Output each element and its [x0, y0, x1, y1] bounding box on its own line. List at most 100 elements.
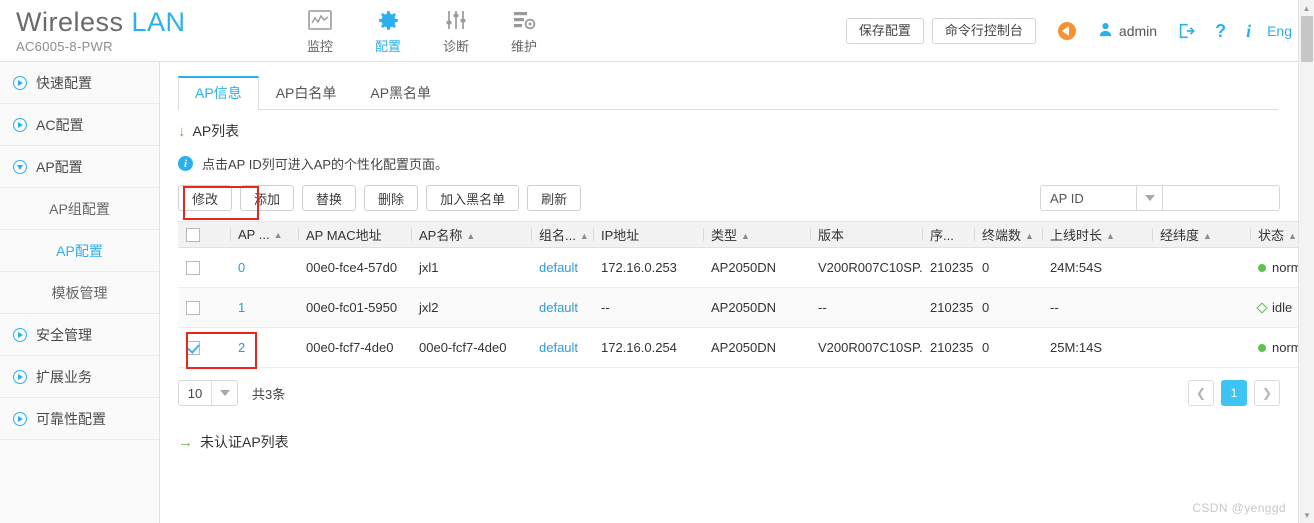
info-message-bar: i 点击AP ID列可进入AP的个性化配置页面。: [178, 154, 1298, 173]
sidebar-item-quick-config[interactable]: 快速配置: [0, 62, 159, 104]
page-title: Wireless LAN: [16, 6, 270, 38]
column-header-type[interactable]: 类型 ▲: [703, 221, 810, 248]
sidebar-label-ap-config: AP配置: [56, 242, 103, 259]
alarm-megaphone-icon[interactable]: [1057, 22, 1076, 40]
question-mark-icon[interactable]: ?: [1215, 21, 1226, 42]
ap-table-wrapper: AP ... ▲ AP MAC地址 AP名称 ▲ 组名... ▲ IP地址 类型…: [178, 221, 1298, 368]
tab-ap-blacklist[interactable]: AP黑名单: [353, 76, 448, 110]
cell-version: V200R007C10SP...: [810, 327, 922, 368]
cli-console-button[interactable]: 命令行控制台: [931, 18, 1036, 44]
user-icon: [1098, 22, 1113, 40]
cell-ap-id[interactable]: 0: [230, 247, 298, 288]
select-all-checkbox[interactable]: [186, 228, 200, 242]
chevron-right-icon: [13, 369, 27, 384]
status-idle-icon: [1256, 301, 1268, 314]
sort-ascending-icon: ▲: [273, 230, 283, 240]
ap-list-section-header[interactable]: ↓ AP列表: [178, 121, 1298, 141]
header-actions: 保存配置 命令行控制台 admin ? i Eng: [845, 0, 1298, 62]
chevron-right-icon: [13, 327, 27, 342]
sidebar-item-ac-config[interactable]: AC配置: [0, 104, 159, 146]
tab-ap-whitelist[interactable]: AP白名单: [259, 76, 354, 110]
sidebar-item-security-management[interactable]: 安全管理: [0, 314, 159, 356]
column-header-name[interactable]: AP名称 ▲: [411, 221, 531, 248]
unauthenticated-ap-list-section[interactable]: → 未认证AP列表: [178, 432, 1298, 452]
chevron-left-icon: ❮: [1195, 386, 1207, 400]
column-header-ip: IP地址: [593, 221, 703, 248]
chevron-down-icon: [13, 159, 27, 174]
scroll-up-icon[interactable]: ▲: [1299, 0, 1314, 16]
refresh-button[interactable]: 刷新: [527, 185, 582, 211]
scrollbar-thumb[interactable]: [1301, 16, 1313, 62]
page-root: Wireless LAN AC6005-8-PWR 监控 配置 诊断 维护 保存…: [0, 0, 1314, 523]
tab-ap-info[interactable]: AP信息: [178, 76, 259, 110]
column-label-latlon: 经纬度: [1160, 228, 1200, 243]
column-header-status[interactable]: 状态 ▲: [1250, 221, 1298, 248]
cell-mac: 00e0-fcf7-4de0: [298, 327, 411, 368]
column-label-version: 版本: [818, 228, 845, 243]
brand-main-text: Wireless: [16, 7, 124, 37]
column-header-ap-id[interactable]: AP ... ▲: [230, 221, 298, 248]
sidebar-item-ap-config-group[interactable]: AP配置: [0, 146, 159, 188]
chevron-down-icon[interactable]: [1136, 185, 1162, 211]
info-message-text: 点击AP ID列可进入AP的个性化配置页面。: [202, 157, 449, 172]
cell-clients: 0: [974, 247, 1042, 288]
modify-button[interactable]: 修改: [178, 185, 233, 211]
topnav-item-diagnostics[interactable]: 诊断: [422, 1, 490, 61]
search-input[interactable]: [1162, 185, 1280, 211]
sidebar-item-ap-group-config[interactable]: AP组配置: [0, 188, 159, 230]
sidebar-item-ap-config[interactable]: AP配置: [0, 230, 159, 272]
cell-name: 00e0-fcf7-4de0: [411, 327, 531, 368]
cell-ap-id[interactable]: 1: [230, 287, 298, 328]
sidebar-item-reliability-config[interactable]: 可靠性配置: [0, 398, 159, 440]
cell-latlon: [1152, 327, 1250, 368]
column-header-clients[interactable]: 终端数 ▲: [974, 221, 1042, 248]
language-switch[interactable]: Eng: [1267, 23, 1292, 39]
cell-ip: 172.16.0.253: [593, 247, 703, 288]
top-navigation: 监控 配置 诊断 维护: [286, 0, 558, 62]
add-to-blacklist-button[interactable]: 加入黑名单: [426, 185, 520, 211]
cell-name: jxl1: [411, 247, 531, 288]
column-label-status: 状态: [1258, 228, 1285, 243]
row-checkbox[interactable]: [186, 341, 200, 355]
sidebar-item-extended-services[interactable]: 扩展业务: [0, 356, 159, 398]
column-label-group: 组名...: [539, 228, 576, 243]
info-icon[interactable]: i: [1246, 21, 1251, 42]
pagination-page-1[interactable]: 1: [1221, 380, 1247, 406]
page-size-select[interactable]: 10: [178, 380, 238, 406]
row-checkbox[interactable]: [186, 301, 200, 315]
topnav-item-config[interactable]: 配置: [354, 1, 422, 61]
logout-icon[interactable]: [1177, 22, 1195, 40]
user-menu[interactable]: admin: [1098, 22, 1157, 40]
column-header-group[interactable]: 组名... ▲: [531, 221, 593, 248]
save-config-button[interactable]: 保存配置: [845, 18, 924, 44]
search-field-select[interactable]: AP ID: [1040, 185, 1136, 211]
watermark-text: CSDN @yenggd: [1192, 501, 1286, 515]
table-footer: 10 共3条 ❮ 1 ❯: [178, 380, 1280, 406]
column-label-mac: AP MAC地址: [306, 228, 382, 243]
cell-latlon: [1152, 247, 1250, 288]
replace-button[interactable]: 替换: [302, 185, 357, 211]
pagination-prev-button[interactable]: ❮: [1188, 380, 1214, 406]
cell-group[interactable]: default: [531, 327, 593, 368]
sort-ascending-icon: ▲: [741, 231, 750, 241]
sidebar-label-security-management: 安全管理: [36, 326, 92, 343]
topnav-item-monitor[interactable]: 监控: [286, 1, 354, 61]
sidebar-item-template-management[interactable]: 模板管理: [0, 272, 159, 314]
pagination-next-button[interactable]: ❯: [1254, 380, 1280, 406]
delete-button[interactable]: 删除: [364, 185, 419, 211]
scroll-down-icon[interactable]: ▼: [1299, 507, 1314, 523]
cell-group[interactable]: default: [531, 287, 593, 328]
cell-uptime: --: [1042, 287, 1152, 328]
column-label-uptime: 上线时长: [1050, 228, 1103, 243]
cell-ap-id[interactable]: 2: [230, 327, 298, 368]
cell-group[interactable]: default: [531, 247, 593, 288]
add-button[interactable]: 添加: [240, 185, 295, 211]
column-header-select-all: [178, 221, 230, 248]
row-checkbox[interactable]: [186, 261, 200, 275]
search-area: AP ID: [1040, 185, 1280, 211]
page-scrollbar[interactable]: ▲ ▼: [1298, 0, 1314, 523]
topnav-item-maintenance[interactable]: 维护: [490, 1, 558, 61]
row-select-cell: [178, 287, 230, 328]
column-header-uptime[interactable]: 上线时长 ▲: [1042, 221, 1152, 248]
column-header-latlon[interactable]: 经纬度 ▲: [1152, 221, 1250, 248]
